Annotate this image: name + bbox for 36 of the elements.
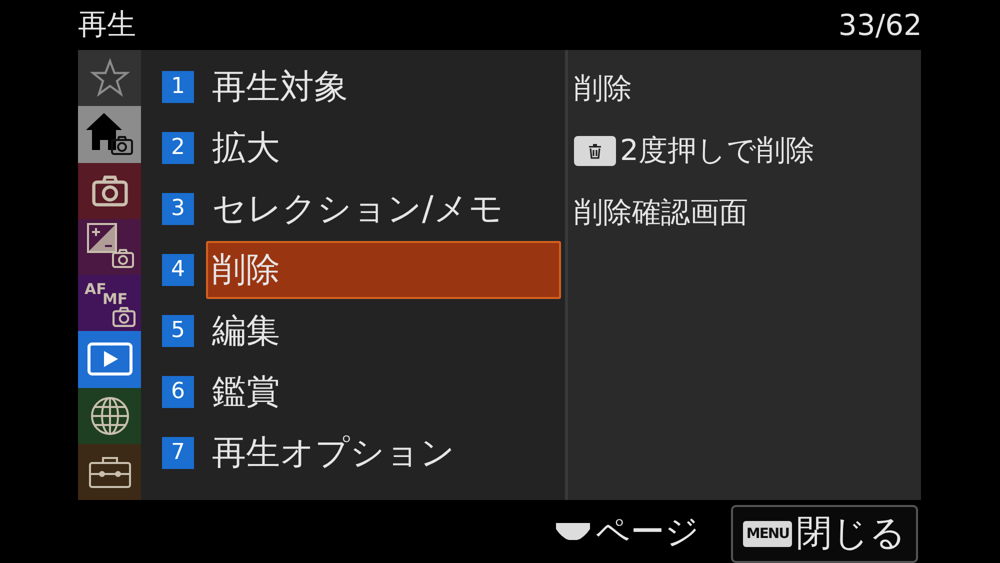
- play-icon: [86, 341, 134, 378]
- menu-item[interactable]: 削除: [206, 240, 561, 298]
- camera-icon: [110, 306, 136, 328]
- option-label: 削除確認画面: [574, 194, 748, 231]
- menu-item[interactable]: 再生対象: [206, 58, 561, 116]
- page-counter: 33/62: [838, 8, 922, 42]
- category-tab[interactable]: [78, 50, 141, 106]
- menu-item[interactable]: 編集: [206, 302, 561, 360]
- menu-item[interactable]: 鑑賞: [206, 362, 561, 420]
- number-badge: 2: [162, 132, 194, 164]
- globe-icon: [88, 394, 130, 437]
- menu-item[interactable]: 再生オプション: [206, 424, 561, 482]
- mf-label: MF: [102, 292, 128, 308]
- category-tab[interactable]: [78, 388, 141, 444]
- number-badge: 6: [162, 376, 194, 408]
- option-label: 削除: [574, 70, 632, 107]
- number-badge: 4: [162, 254, 194, 286]
- category-tab[interactable]: [78, 106, 141, 162]
- number-badge: 1: [162, 70, 194, 102]
- camera-icon: [90, 174, 130, 208]
- option-label: 2度押しで削除: [620, 132, 814, 169]
- category-tab[interactable]: AFMF: [78, 275, 141, 332]
- menu-key: MENU: [743, 520, 792, 546]
- category-tab[interactable]: [78, 331, 141, 388]
- category-tab[interactable]: [78, 218, 141, 275]
- star-icon: [90, 58, 130, 98]
- trash-icon: [588, 143, 602, 159]
- menu-item[interactable]: セレクション/メモ: [206, 180, 561, 238]
- screen-title: 再生: [78, 6, 136, 43]
- category-tab[interactable]: [78, 444, 141, 500]
- number-badge: 3: [162, 192, 194, 224]
- page-hint: ページ: [595, 510, 700, 554]
- number-badge: 5: [162, 314, 194, 346]
- category-tab[interactable]: [78, 162, 141, 219]
- number-badge: 7: [162, 436, 194, 468]
- menu-item[interactable]: 拡大: [206, 118, 561, 176]
